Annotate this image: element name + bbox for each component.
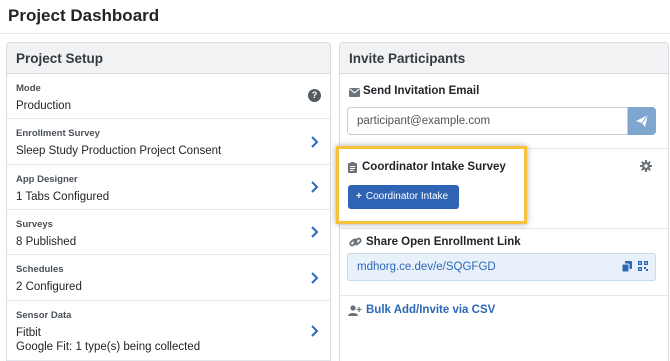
setup-row-app-designer[interactable]: App Designer 1 Tabs Configured <box>7 165 330 210</box>
schedules-value: 2 Configured <box>16 281 82 293</box>
help-icon[interactable]: ? <box>308 89 321 102</box>
app-designer-value: 1 Tabs Configured <box>16 191 110 203</box>
copy-icon[interactable] <box>622 261 632 272</box>
setup-row-schedules[interactable]: Schedules 2 Configured <box>7 255 330 301</box>
bulk-add-link[interactable]: Bulk Add/Invite via CSV <box>366 304 495 316</box>
title-divider <box>0 33 670 34</box>
setup-row-surveys[interactable]: Surveys 8 Published <box>7 210 330 255</box>
surveys-label: Surveys <box>16 219 53 230</box>
coordinator-intake-highlight: Coordinator Intake Survey + Coordinator I… <box>336 146 527 224</box>
enrollment-survey-value: Sleep Study Production Project Consent <box>16 145 222 157</box>
page-title: Project Dashboard <box>8 6 160 25</box>
chevron-right-icon <box>311 271 319 284</box>
project-setup-header: Project Setup <box>7 43 330 74</box>
paper-plane-icon <box>636 115 648 127</box>
plus-icon: + <box>356 191 362 202</box>
invite-participants-header: Invite Participants <box>340 43 668 74</box>
enrollment-survey-label: Enrollment Survey <box>16 128 100 139</box>
project-setup-card: Project Setup Mode Production ? Enrollme… <box>6 42 331 361</box>
chevron-right-icon <box>311 226 319 238</box>
email-field[interactable]: participant@example.com <box>347 107 628 135</box>
link-icon <box>349 237 362 247</box>
setup-row-mode[interactable]: Mode Production ? <box>7 74 330 119</box>
mode-value: Production <box>16 100 71 112</box>
coordinator-intake-button[interactable]: + Coordinator Intake <box>348 185 459 209</box>
coordinator-intake-button-label: Coordinator Intake <box>365 191 449 202</box>
envelope-icon <box>349 88 360 97</box>
chevron-right-icon <box>311 181 319 193</box>
sensor-data-label: Sensor Data <box>16 310 72 321</box>
enrollment-link-value: mdhorg.ce.dev/e/SQGFGD <box>357 261 496 273</box>
mode-label: Mode <box>16 83 41 94</box>
enrollment-link-field[interactable]: mdhorg.ce.dev/e/SQGFGD <box>347 253 656 281</box>
send-email-title: Send Invitation Email <box>363 85 480 97</box>
schedules-label: Schedules <box>16 264 64 275</box>
clipboard-icon <box>348 162 357 173</box>
bulk-add-section <box>340 296 668 336</box>
sensor-data-value-2: Google Fit: 1 type(s) being collected <box>16 341 201 353</box>
user-plus-icon <box>348 305 362 316</box>
coordinator-intake-title: Coordinator Intake Survey <box>362 161 506 173</box>
chevron-right-icon <box>311 324 319 337</box>
chevron-right-icon <box>311 135 319 148</box>
qr-code-icon[interactable] <box>638 261 648 271</box>
surveys-value: 8 Published <box>16 236 77 248</box>
enrollment-link-title: Share Open Enrollment Link <box>366 236 521 248</box>
setup-row-sensor-data[interactable]: Sensor Data Fitbit Google Fit: 1 type(s)… <box>7 301 330 361</box>
gear-icon[interactable] <box>640 160 652 172</box>
app-designer-label: App Designer <box>16 174 78 185</box>
sensor-data-value: Fitbit <box>16 327 41 339</box>
setup-row-enrollment-survey[interactable]: Enrollment Survey Sleep Study Production… <box>7 119 330 165</box>
send-invitation-button[interactable] <box>628 107 656 135</box>
